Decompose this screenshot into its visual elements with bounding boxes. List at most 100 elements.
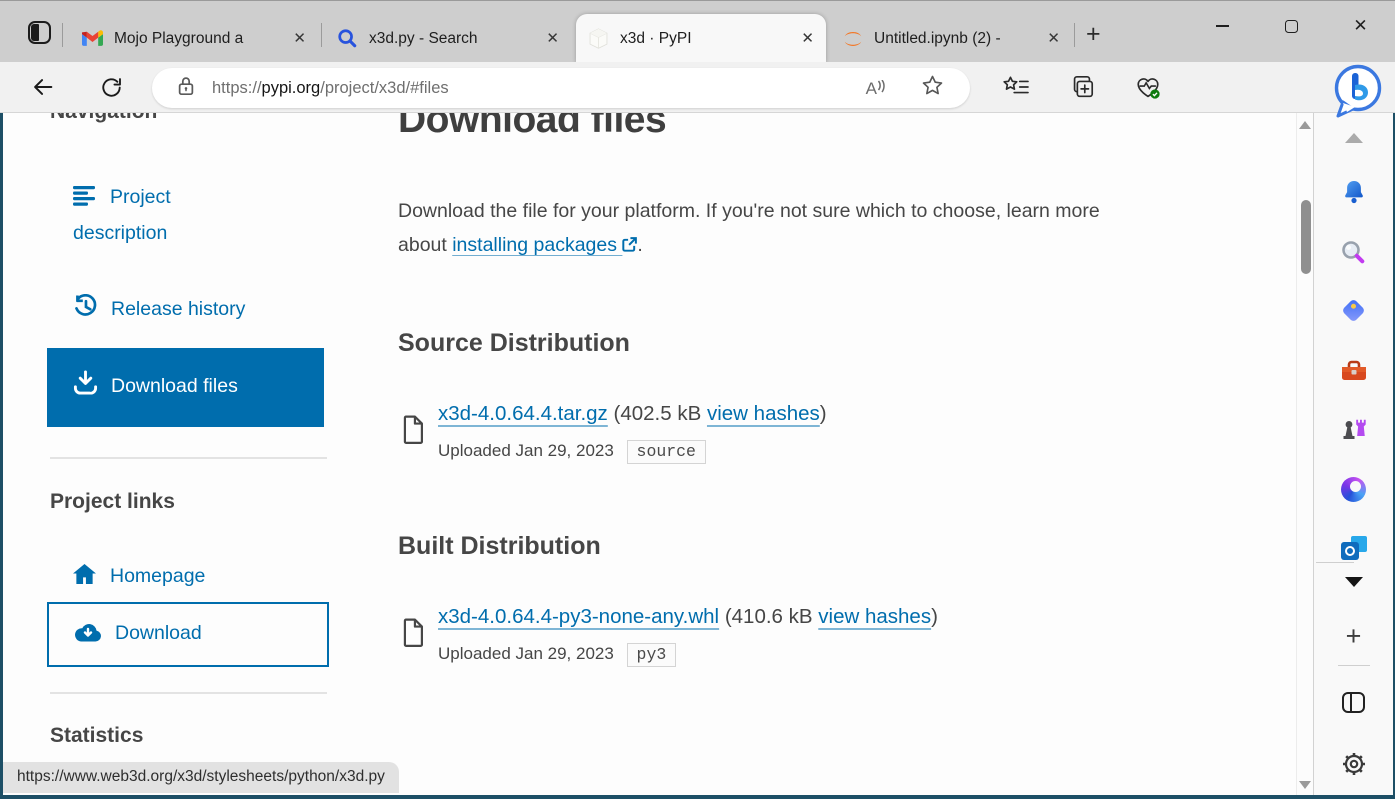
scroll-up-arrow[interactable] [1299,121,1311,129]
tab-divider [321,23,322,47]
sidebar-item-project-description[interactable]: Project description [47,173,324,258]
page-title: Download files [398,113,666,142]
dropdown-caret-icon[interactable] [1314,577,1393,587]
games-chess-icon[interactable] [1314,416,1393,442]
address-bar[interactable]: https://pypi.org/project/x3d/#files A [152,68,970,108]
view-hashes-link[interactable]: view hashes [818,605,931,628]
favorite-star-icon[interactable] [921,74,944,102]
intro-paragraph: Download the file for your platform. If … [398,194,1100,262]
file-download-link[interactable]: x3d-4.0.64.4-py3-none-any.whl [438,605,719,628]
file-icon [403,415,424,449]
window-border-bottom [0,795,1395,799]
link-download[interactable]: Download [47,602,329,667]
tab-title: Untitled.ipynb (2) - [874,30,1037,48]
tab-mojo-playground[interactable]: Mojo Playground a ✕ [70,14,318,63]
shopping-tag-icon[interactable] [1314,302,1393,319]
divider [50,692,327,694]
uploaded-date: Uploaded Jan 29, 2023 [438,441,614,460]
tab-untitled-ipynb[interactable]: Untitled.ipynb (2) - ✕ [830,14,1072,63]
rail-divider [1316,562,1354,563]
external-link-icon [622,237,637,252]
url-scheme: https:// [212,79,262,97]
add-plus-icon[interactable]: + [1314,624,1393,648]
split-screen-icon[interactable] [1314,692,1393,713]
collapse-up-icon[interactable] [1314,133,1393,143]
search-magnifier-icon[interactable] [1314,239,1393,266]
file-meta: Uploaded Jan 29, 2023 py3 [438,643,676,667]
rail-divider [1338,665,1370,666]
installing-packages-link[interactable]: installing packages [452,234,637,256]
statistics-heading: Statistics [50,724,143,748]
file-link-line: x3d-4.0.64.4-py3-none-any.whl (410.6 kB … [438,605,938,629]
file-download-link[interactable]: x3d-4.0.64.4.tar.gz [438,402,608,425]
microsoft-365-icon[interactable] [1314,477,1393,502]
tab-strip: Mojo Playground a ✕ x3d.py - Search ✕ [0,0,1395,62]
file-link-line: x3d-4.0.64.4.tar.gz (402.5 kB view hashe… [438,402,827,426]
maximize-button[interactable] [1257,1,1326,51]
favorites-button[interactable] [999,62,1033,112]
sidebar-item-download-files[interactable]: Download files [47,348,324,427]
tab-close-icon[interactable]: ✕ [1047,31,1060,46]
tab-x3d-search[interactable]: x3d.py - Search ✕ [325,14,571,63]
link-homepage[interactable]: Homepage [47,554,329,601]
minimize-icon [1216,25,1229,27]
new-tab-button[interactable]: + [1086,23,1101,45]
close-button[interactable]: ✕ [1326,1,1395,51]
minimize-button[interactable] [1188,1,1257,51]
page-scrollbar[interactable] [1296,113,1313,795]
outlook-icon[interactable] [1314,536,1393,560]
maximize-icon [1285,20,1298,33]
collections-button[interactable] [1065,62,1099,112]
nav-heading: Navigation [50,113,157,124]
tab-title: x3d.py - Search [369,30,536,48]
toolbox-icon[interactable] [1314,358,1393,383]
align-left-icon [73,184,97,217]
tab-close-icon[interactable]: ✕ [801,31,814,46]
favorites-list-icon [1002,75,1030,99]
back-icon [30,74,56,100]
browser-essentials-icon [1134,74,1162,101]
lock-icon[interactable] [176,75,196,102]
window-border-left [0,113,3,799]
sidebar-item-release-history[interactable]: Release history [47,285,324,337]
sidebar-item-label: Download files [111,375,238,397]
tab-actions-menu-icon[interactable] [28,21,51,44]
divider [50,457,327,459]
intro-suffix: . [637,234,642,256]
edge-sidebar: + [1314,113,1393,795]
built-distribution-heading: Built Distribution [398,532,601,561]
file-meta: Uploaded Jan 29, 2023 source [438,440,706,464]
intro-line1: Download the file for your platform. If … [398,200,1100,222]
url-text[interactable]: https://pypi.org/project/x3d/#files [212,79,449,98]
tab-title: Mojo Playground a [114,30,283,48]
view-hashes-link[interactable]: view hashes [707,402,820,425]
collections-icon [1069,74,1095,100]
settings-gear-icon[interactable] [1314,750,1393,778]
page-viewport: Navigation Project description Release h… [3,113,1296,796]
sidebar-item-label: Release history [111,298,245,320]
project-links-heading: Project links [50,490,175,514]
tab-x3d-pypi-active[interactable]: x3d · PyPI ✕ [576,14,826,63]
tab-close-icon[interactable]: ✕ [546,31,559,46]
cloud-download-icon [74,621,102,651]
window-controls: ✕ [1188,1,1395,51]
notifications-bell-icon[interactable] [1314,179,1393,206]
link-label: Homepage [110,565,205,587]
tab-title: x3d · PyPI [620,30,791,48]
browser-window: Mojo Playground a ✕ x3d.py - Search ✕ [0,0,1395,799]
read-aloud-icon[interactable]: A [866,80,887,97]
tab-divider [62,23,63,47]
scrollbar-thumb[interactable] [1301,200,1311,274]
source-distribution-heading: Source Distribution [398,329,630,358]
back-button[interactable] [26,62,60,112]
browser-essentials-button[interactable] [1131,62,1165,112]
file-type-tag: py3 [627,643,677,667]
tab-close-icon[interactable]: ✕ [293,31,306,46]
bing-chat-icon[interactable] [1331,62,1385,120]
status-bar-url: https://www.web3d.org/x3d/stylesheets/py… [3,762,399,793]
file-size: (410.6 kB [725,605,813,628]
scroll-down-arrow[interactable] [1299,781,1311,789]
refresh-icon [99,75,124,100]
history-icon [73,294,98,329]
refresh-button[interactable] [94,62,128,112]
